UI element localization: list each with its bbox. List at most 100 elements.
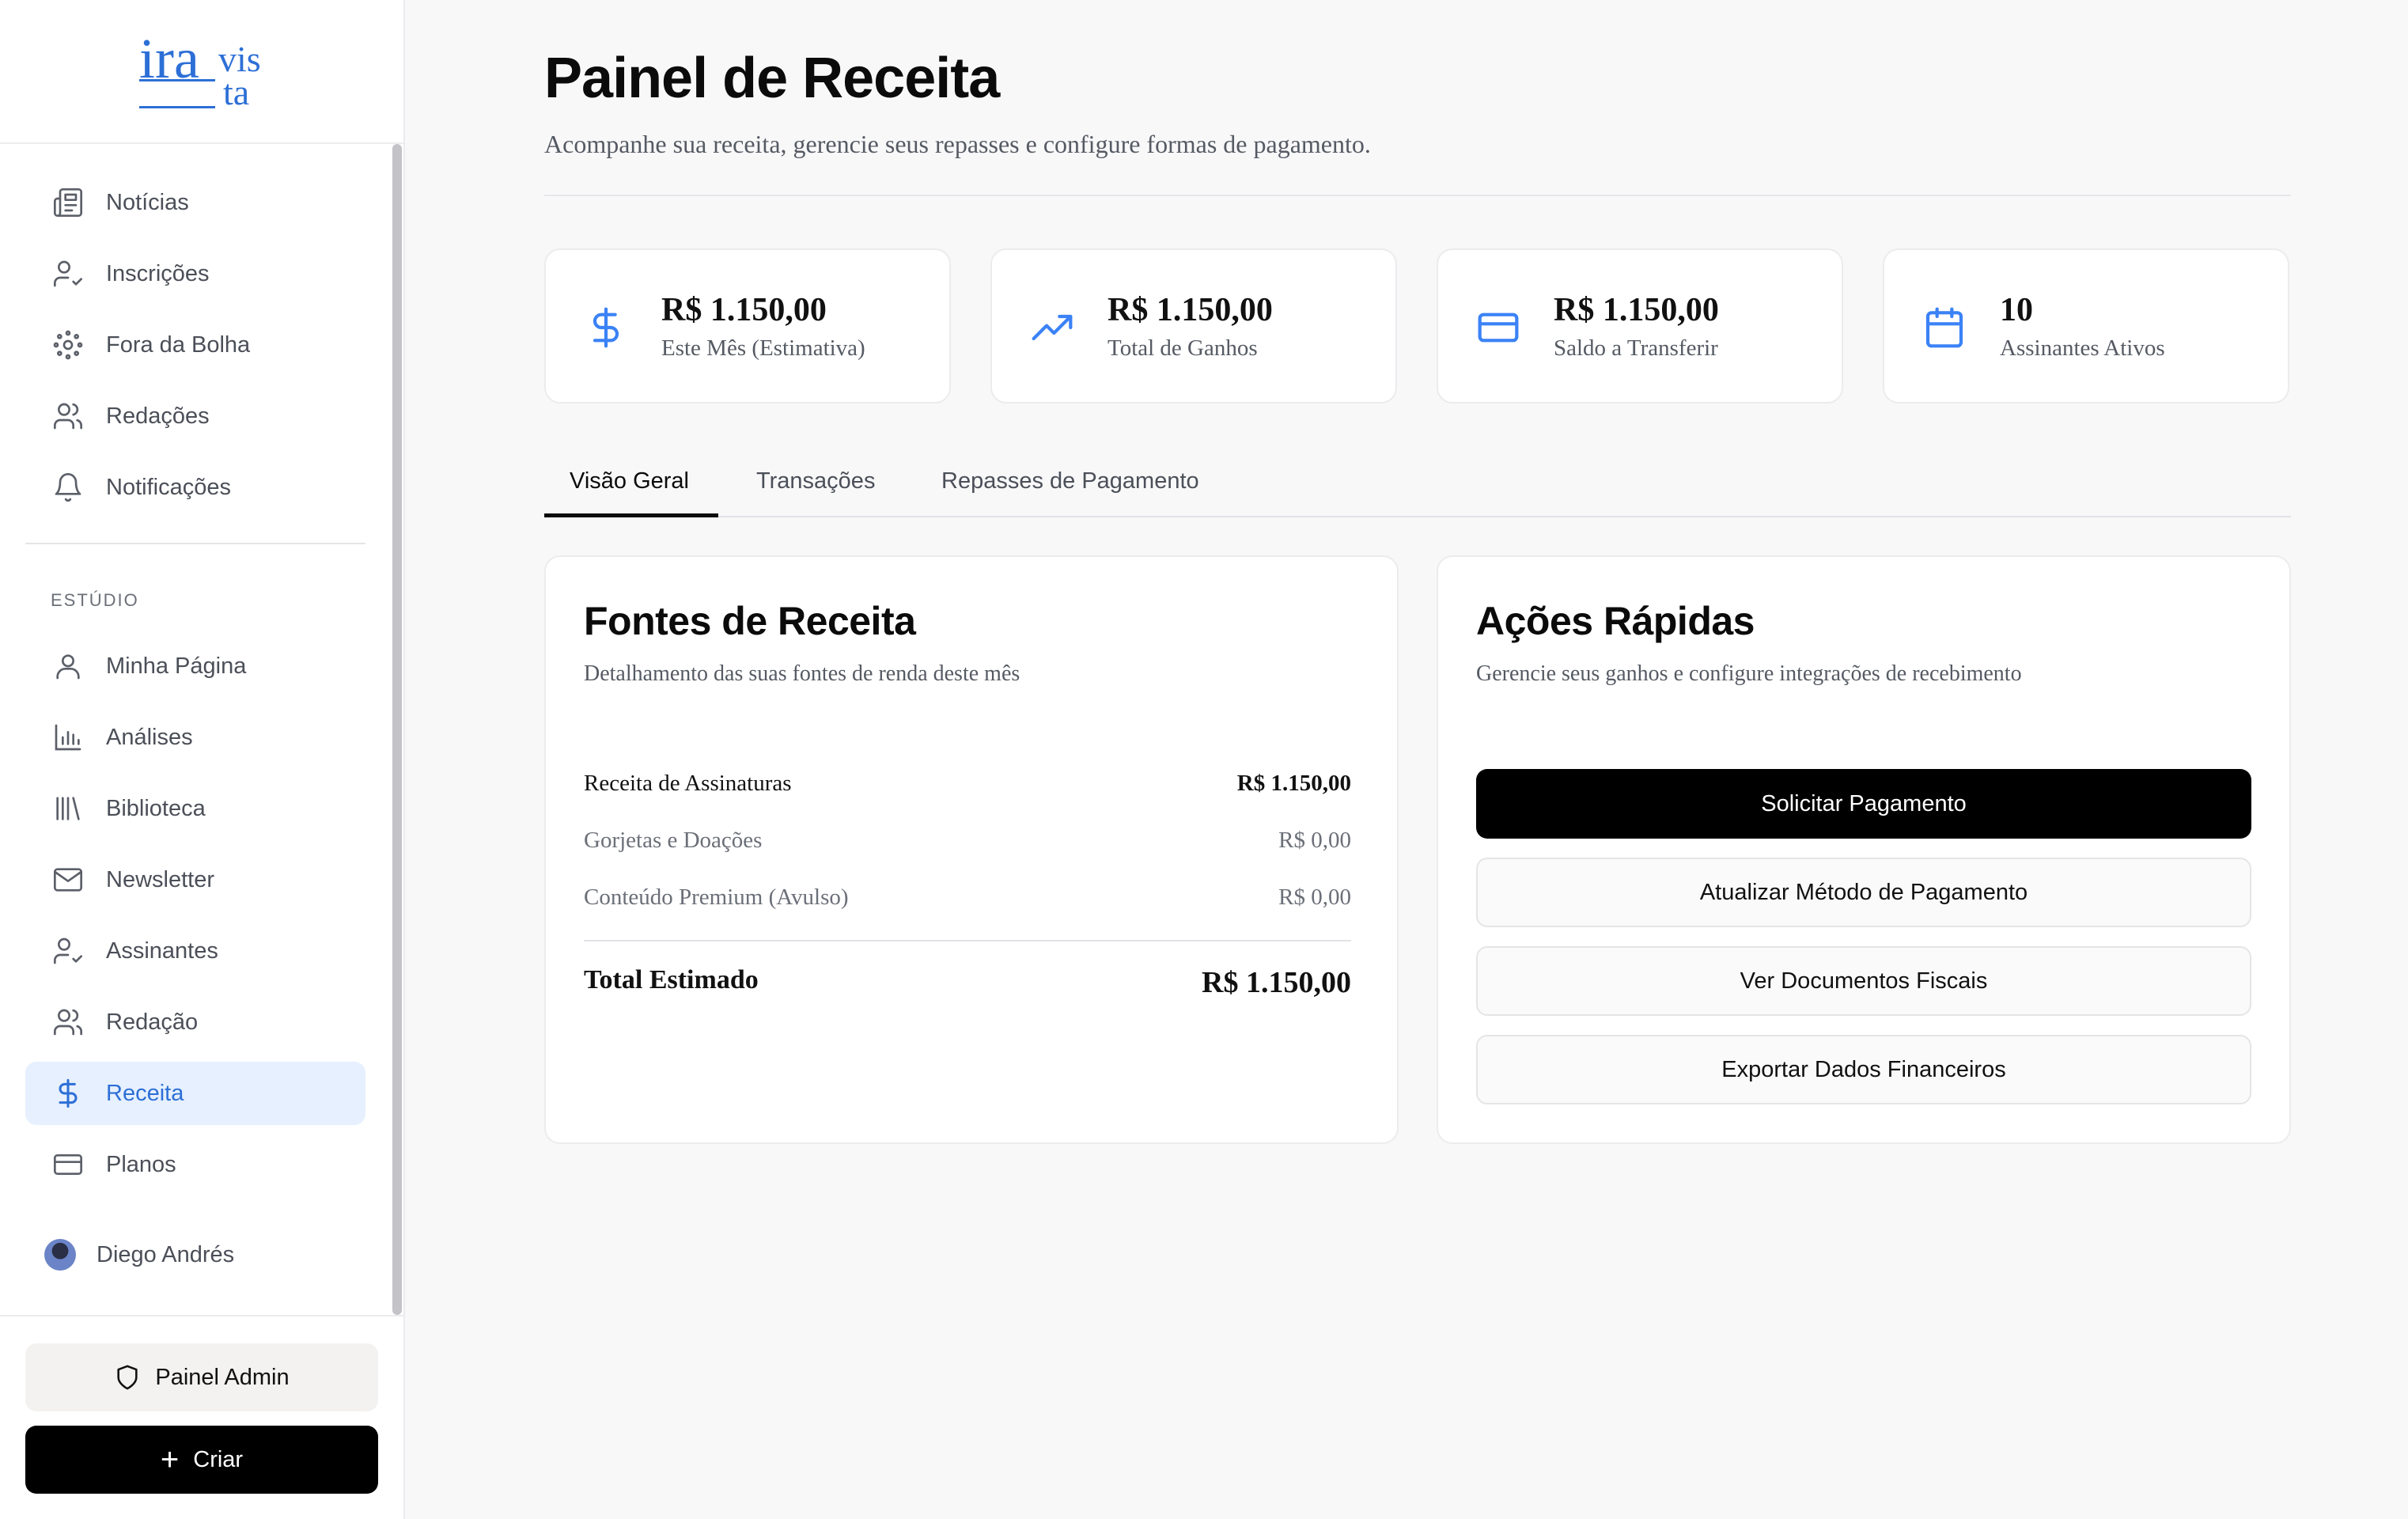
sidebar-item-label: Receita <box>106 1080 184 1106</box>
stat-card-balance: R$ 1.150,00 Saldo a Transferir <box>1437 248 1843 403</box>
newspaper-icon <box>52 187 84 218</box>
page-title: Painel de Receita <box>544 47 1000 110</box>
revenue-sources-panel: Fontes de Receita Detalhamento das suas … <box>544 555 1399 1144</box>
panel-subtitle: Gerencie seus ganhos e configure integra… <box>1476 661 2022 686</box>
logo-area: ira vis ta <box>0 0 403 144</box>
revenue-total-amount: R$ 1.150,00 <box>1202 966 1351 999</box>
stat-value: 10 <box>2000 292 2033 328</box>
sidebar-item-label: Assinantes <box>106 938 218 964</box>
panel-title: Ações Rápidas <box>1476 599 1755 643</box>
mail-icon <box>52 864 84 896</box>
primary-nav: Notícias Inscrições Fora da Bolha Redaçõ… <box>25 171 365 527</box>
sidebar-item-label: Inscrições <box>106 260 210 286</box>
request-payout-button[interactable]: Solicitar Pagamento <box>1476 769 2251 839</box>
user-profile[interactable]: Diego Andrés <box>44 1239 234 1271</box>
revenue-row-label: Conteúdo Premium (Avulso) <box>584 885 849 910</box>
stat-label: Assinantes Ativos <box>2000 335 2165 361</box>
create-button[interactable]: + Criar <box>25 1426 378 1494</box>
logo-text-3: ta <box>223 72 250 112</box>
sidebar-item-redacao[interactable]: Redação <box>25 991 365 1054</box>
stat-card-month-estimate: R$ 1.150,00 Este Mês (Estimativa) <box>544 248 951 403</box>
sidebar-item-label: Biblioteca <box>106 795 206 821</box>
library-icon <box>52 793 84 824</box>
stat-label: Saldo a Transferir <box>1554 335 1718 361</box>
sidebar: ira vis ta Notícias Inscrições Fora da B… <box>0 0 405 1519</box>
tab-repasses[interactable]: Repasses de Pagamento <box>941 468 1199 494</box>
sidebar-item-biblioteca[interactable]: Biblioteca <box>25 777 365 840</box>
sidebar-item-noticias[interactable]: Notícias <box>25 171 365 234</box>
credit-card-icon <box>52 1149 84 1180</box>
admin-panel-label: Painel Admin <box>155 1364 290 1390</box>
sidebar-item-label: Notificações <box>106 474 231 500</box>
sidebar-item-newsletter[interactable]: Newsletter <box>25 848 365 911</box>
avatar <box>44 1239 76 1271</box>
stat-card-active-subscribers: 10 Assinantes Ativos <box>1883 248 2289 403</box>
panel-subtitle: Detalhamento das suas fontes de renda de… <box>584 661 1020 686</box>
sidebar-item-label: Notícias <box>106 189 189 215</box>
orbit-icon <box>52 329 84 361</box>
revenue-row-label: Receita de Assinaturas <box>584 771 792 796</box>
stat-label: Este Mês (Estimativa) <box>661 335 865 361</box>
export-financial-data-button[interactable]: Exportar Dados Financeiros <box>1476 1035 2251 1104</box>
sidebar-item-label: Análises <box>106 724 193 750</box>
plus-icon: + <box>160 1442 180 1477</box>
revenue-total-label: Total Estimado <box>584 965 759 994</box>
logo-rule <box>139 79 215 81</box>
header-divider <box>544 195 2291 196</box>
admin-panel-button[interactable]: Painel Admin <box>25 1343 378 1411</box>
page-subtitle: Acompanhe sua receita, gerencie seus rep… <box>544 130 1371 158</box>
bell-icon <box>52 472 84 503</box>
sidebar-item-notificacoes[interactable]: Notificações <box>25 456 365 519</box>
calendar-icon <box>1922 305 1967 350</box>
users-icon <box>52 400 84 432</box>
create-label: Criar <box>193 1446 244 1472</box>
sidebar-scrollbar[interactable] <box>392 144 402 1315</box>
sidebar-item-label: Redações <box>106 403 210 429</box>
sidebar-item-planos[interactable]: Planos <box>25 1133 365 1196</box>
sidebar-item-inscricoes[interactable]: Inscrições <box>25 242 365 305</box>
logo-rule <box>139 106 215 108</box>
sidebar-item-label: Newsletter <box>106 866 214 892</box>
user-check-icon <box>52 935 84 967</box>
section-label-studio: ESTÚDIO <box>51 590 139 610</box>
user-name: Diego Andrés <box>97 1241 235 1267</box>
tab-visao-geral[interactable]: Visão Geral <box>570 468 689 494</box>
sidebar-item-label: Planos <box>106 1151 176 1177</box>
update-payment-method-button[interactable]: Atualizar Método de Pagamento <box>1476 858 2251 927</box>
studio-nav: Minha Página Análises Biblioteca Newslet… <box>25 634 365 1204</box>
revenue-row-amount: R$ 1.150,00 <box>1236 771 1351 796</box>
stat-value: R$ 1.150,00 <box>661 292 827 328</box>
sidebar-item-assinantes[interactable]: Assinantes <box>25 919 365 983</box>
revenue-total-row: Total Estimado R$ 1.150,00 <box>584 965 1351 1000</box>
sidebar-item-receita[interactable]: Receita <box>25 1062 365 1125</box>
sidebar-item-redacoes[interactable]: Redações <box>25 384 365 448</box>
stat-label: Total de Ganhos <box>1107 335 1258 361</box>
sidebar-item-minha-pagina[interactable]: Minha Página <box>25 634 365 698</box>
user-icon <box>52 650 84 682</box>
tab-bar: Visão Geral Transações Repasses de Pagam… <box>544 459 2291 517</box>
tab-transacoes[interactable]: Transações <box>756 468 875 494</box>
nav-divider <box>25 543 365 544</box>
stat-value: R$ 1.150,00 <box>1107 292 1273 328</box>
dollar-icon <box>584 305 628 350</box>
active-tab-indicator <box>544 513 718 517</box>
stat-value: R$ 1.150,00 <box>1554 292 1719 328</box>
bar-chart-icon <box>52 722 84 753</box>
sidebar-item-fora-da-bolha[interactable]: Fora da Bolha <box>25 313 365 377</box>
stat-card-total-earnings: R$ 1.150,00 Total de Ganhos <box>990 248 1397 403</box>
credit-card-icon <box>1476 305 1520 350</box>
revenue-row: Gorjetas e Doações R$ 0,00 <box>584 828 1351 854</box>
revenue-divider <box>584 940 1351 941</box>
view-tax-documents-button[interactable]: Ver Documentos Fiscais <box>1476 946 2251 1016</box>
user-check-icon <box>52 258 84 290</box>
sidebar-item-label: Fora da Bolha <box>106 331 251 358</box>
revenue-row-amount: R$ 0,00 <box>1278 885 1351 910</box>
quick-actions-panel: Ações Rápidas Gerencie seus ganhos e con… <box>1437 555 2291 1144</box>
trending-up-icon <box>1030 305 1074 350</box>
revenue-row-amount: R$ 0,00 <box>1278 828 1351 853</box>
revenue-row: Conteúdo Premium (Avulso) R$ 0,00 <box>584 885 1351 911</box>
dollar-icon <box>52 1078 84 1109</box>
users-icon <box>52 1006 84 1038</box>
panel-title: Fontes de Receita <box>584 599 916 643</box>
sidebar-item-analises[interactable]: Análises <box>25 706 365 769</box>
